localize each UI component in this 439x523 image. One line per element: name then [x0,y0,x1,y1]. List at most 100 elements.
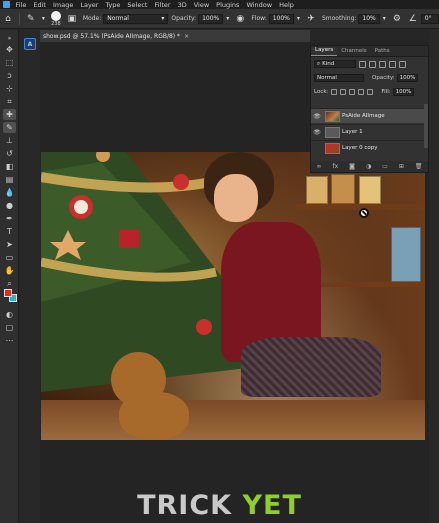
lock-pixels-icon[interactable] [340,89,347,95]
zoom-tool-icon[interactable]: ⌕ [3,278,16,289]
menu-window[interactable]: Window [243,1,276,9]
layers-scrollbar[interactable] [424,104,428,148]
mode-select[interactable]: Normal ▾ [103,13,169,24]
tab-paths[interactable]: Paths [371,48,394,56]
chevron-down-icon[interactable]: ▾ [41,12,46,26]
fx-icon[interactable]: fx [332,163,338,170]
layer-mask-icon[interactable]: ◙ [349,163,355,170]
link-layers-icon[interactable]: ∞ [316,163,321,170]
new-layer-icon[interactable]: ⊞ [399,163,404,170]
lock-artboard-icon[interactable] [358,89,365,95]
layer-opacity-field[interactable]: 100% [396,74,419,82]
rectangle-tool-icon[interactable]: ▭ [3,252,16,263]
divider [18,12,20,25]
blend-mode-select[interactable]: Normal [314,74,364,82]
adjustment-layer-icon[interactable]: ◑ [366,163,371,170]
filter-pixel-icon[interactable] [359,60,366,68]
menu-select[interactable]: Select [124,1,151,9]
layer-filter-row: ⌕ Kind [311,60,428,68]
document-tab[interactable]: show.psd @ 57.1% (PsAide AIImage, RGB/8)… [40,30,310,42]
angle-field[interactable]: 0° [420,13,439,24]
caption-overlay: TRICK YET [0,490,439,523]
menu-view[interactable]: View [190,1,212,9]
canvas-artwork[interactable] [41,152,425,440]
eye-icon[interactable]: 👁 [311,129,323,136]
opacity-field[interactable]: 100% [198,13,224,24]
plugin-panel-icon[interactable]: A [24,38,36,50]
lock-transparency-icon[interactable] [331,89,338,95]
search-icon: ⌕ [317,60,321,67]
brush-size-value: 238 [51,20,61,27]
chevron-down-icon: ▾ [161,15,165,22]
menu-edit[interactable]: Edit [30,1,50,9]
path-select-tool-icon[interactable]: ➤ [3,239,16,250]
layer-filter-select[interactable]: ⌕ Kind [314,60,356,68]
quick-select-tool-icon[interactable]: ⊹ [3,83,16,94]
flow-label: Flow: [251,15,267,22]
caption-word-2: YET [242,490,302,521]
brush-settings-icon[interactable]: ▣ [66,12,78,26]
hand-tool-icon[interactable]: ✋ [3,265,16,276]
layer-row[interactable]: 👁 Layer 1 [311,124,424,139]
chevron-down-icon[interactable]: ▾ [382,12,387,26]
menu-help[interactable]: Help [276,1,298,9]
menu-image[interactable]: Image [49,1,76,9]
brush-tool-icon[interactable]: ✎ [3,122,16,133]
tab-channels[interactable]: Channels [337,48,370,56]
move-tool-icon[interactable]: ✥ [3,44,16,55]
girl-face [214,174,258,222]
airbrush-icon[interactable]: ✈ [305,12,317,26]
history-brush-tool-icon[interactable]: ↺ [3,148,16,159]
chevron-down-icon[interactable]: ▾ [296,12,301,26]
menu-plugins[interactable]: Plugins [213,1,243,9]
menu-type[interactable]: Type [102,1,124,9]
home-icon[interactable]: ⌂ [2,12,14,26]
flow-field[interactable]: 100% [268,13,294,24]
dodge-tool-icon[interactable]: ● [3,200,16,211]
filter-shape-icon[interactable] [389,60,396,68]
collapse-panel-icon[interactable]: » [3,33,16,44]
close-icon[interactable]: × [184,33,189,40]
marquee-tool-icon[interactable]: ⬚ [3,57,16,68]
pen-tool-icon[interactable]: ✒ [3,213,16,224]
menu-filter[interactable]: Filter [151,1,174,9]
eraser-tool-icon[interactable]: ◧ [3,161,16,172]
menu-layer[interactable]: Layer [77,1,102,9]
layer-thumbnail [325,126,340,138]
menu-3d[interactable]: 3D [174,1,190,9]
spot-healing-tool-icon[interactable]: ✚ [3,109,16,120]
layer-row[interactable]: Layer 0 copy [311,140,424,155]
filter-smart-object-icon[interactable] [399,60,406,68]
type-tool-icon[interactable]: T [3,226,16,237]
foreground-color-swatch[interactable] [4,289,12,297]
gear-icon[interactable]: ⚙ [391,12,403,26]
tab-layers[interactable]: Layers [311,47,338,56]
fill-field[interactable]: 100% [392,88,415,96]
opacity-label: Opacity: [171,15,197,22]
layer-row[interactable]: 👁 PsAide AIImage [311,108,424,123]
chevron-down-icon[interactable]: ▾ [225,12,230,26]
eye-icon[interactable]: 👁 [311,113,323,120]
gradient-tool-icon[interactable]: ▤ [3,174,16,185]
smoothing-field[interactable]: 10% [358,13,380,24]
clone-stamp-tool-icon[interactable]: ⊥ [3,135,16,146]
brush-tool-icon[interactable]: ✎ [25,12,37,26]
quick-mask-icon[interactable]: ◐ [3,309,16,320]
filter-type-icon[interactable] [379,60,386,68]
mode-label: Mode: [82,15,102,22]
lock-all-icon[interactable] [367,89,374,95]
new-group-icon[interactable]: ▭ [382,163,388,170]
angle-icon[interactable]: ∠ [407,12,419,26]
blur-tool-icon[interactable]: 💧 [3,187,16,198]
screen-mode-icon[interactable]: ▢ [3,322,16,333]
lasso-tool-icon[interactable]: ↄ [3,70,16,81]
lock-position-icon[interactable] [349,89,356,95]
document-title: show.psd @ 57.1% (PsAide AIImage, RGB/8)… [43,32,181,40]
edit-toolbar-icon[interactable]: ⋯ [3,335,16,346]
brush-preset-picker[interactable]: 238 [50,10,61,27]
trash-icon[interactable]: 🗑 [415,163,423,170]
pressure-opacity-icon[interactable]: ◉ [234,12,246,26]
crop-tool-icon[interactable]: ⌗ [3,96,16,107]
filter-adjustment-icon[interactable] [369,60,376,68]
menu-file[interactable]: File [12,1,30,9]
